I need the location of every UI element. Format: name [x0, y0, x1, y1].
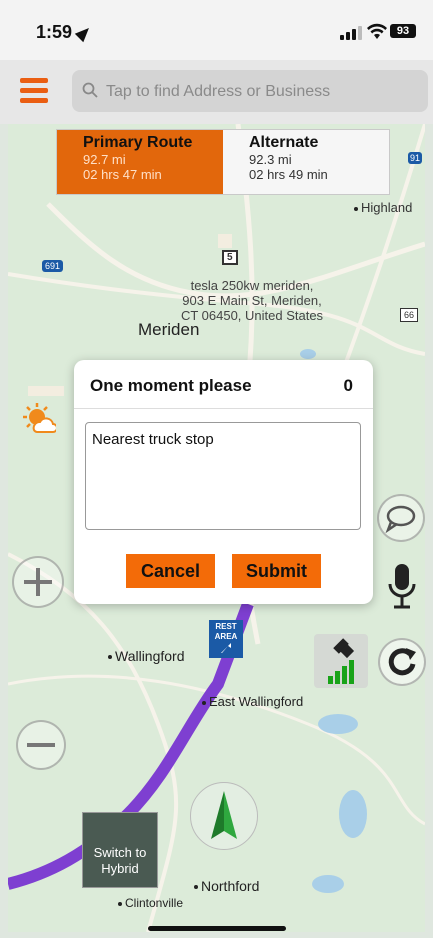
- weather-sun-cloud-icon[interactable]: [22, 402, 56, 436]
- input-dialog: One moment please 0 Nearest truck stop C…: [74, 360, 373, 604]
- wifi-icon: [367, 23, 387, 39]
- home-indicator[interactable]: [148, 926, 286, 931]
- place-clintonville: Clintonville: [118, 896, 183, 910]
- dialog-title: One moment please: [90, 376, 252, 395]
- place-northford: Northford: [194, 878, 259, 894]
- route-duration: 02 hrs 47 min: [83, 167, 162, 182]
- reroute-shape: [388, 648, 416, 676]
- place-meriden: Meriden: [138, 320, 200, 339]
- route-name: Primary Route: [83, 134, 193, 151]
- top-bar: [0, 60, 433, 124]
- shield-i691: 691: [42, 260, 64, 272]
- dialog-header: One moment please 0: [74, 360, 373, 409]
- route-distance: 92.3 mi: [249, 152, 292, 167]
- place-east-wallingford: East Wallingford: [202, 694, 303, 709]
- switch-to-hybrid-button[interactable]: Switch to Hybrid: [82, 812, 158, 888]
- dialog-count: 0: [343, 376, 353, 395]
- submit-button[interactable]: Submit: [232, 554, 321, 588]
- place-wallingford: Wallingford: [108, 648, 185, 664]
- shield-us5: 5: [222, 250, 238, 265]
- status-time: 1:59: [36, 22, 94, 43]
- speech-bubble-shape: [385, 505, 416, 534]
- destination-label: tesla 250kw meriden, 903 E Main St, Meri…: [180, 278, 324, 323]
- app-screen: 1:59 93 Tap to find Address or Business …: [0, 0, 433, 938]
- shield-i91: 91: [408, 152, 423, 164]
- tab-alternate-route[interactable]: Alternate 92.3 mi 02 hrs 49 min: [223, 130, 389, 194]
- route-name: Alternate: [249, 134, 319, 151]
- compass-arrow-shape: [211, 791, 237, 839]
- place-highland: Highland: [354, 200, 412, 215]
- hamburger-icon[interactable]: [20, 76, 50, 104]
- search-input[interactable]: [104, 77, 408, 107]
- cellular-signal-icon: [340, 26, 362, 40]
- cancel-button[interactable]: Cancel: [126, 554, 215, 588]
- tab-primary-route[interactable]: Primary Route 92.7 mi 02 hrs 47 min: [57, 130, 223, 194]
- satellite-signal-icon[interactable]: [314, 634, 368, 688]
- status-bar: 1:59 93: [0, 0, 433, 60]
- dialog-text-area[interactable]: Nearest truck stop: [85, 422, 361, 530]
- route-duration: 02 hrs 49 min: [249, 167, 328, 182]
- route-distance: 92.7 mi: [83, 152, 126, 167]
- reroute-icon[interactable]: [378, 638, 426, 686]
- zoom-in-button[interactable]: [12, 556, 64, 608]
- shield-route66: 66: [400, 308, 419, 322]
- microphone-icon[interactable]: [386, 562, 418, 612]
- route-selector: Primary Route 92.7 mi 02 hrs 47 min Alte…: [57, 130, 389, 194]
- location-arrow-icon: [74, 24, 94, 43]
- rest-area-label: REST AREA: [214, 622, 238, 641]
- zoom-out-button[interactable]: [16, 720, 66, 770]
- rest-area-sign: REST AREA: [209, 620, 243, 658]
- rest-area-arrow-icon: [221, 643, 231, 653]
- magnifier-icon: [82, 82, 98, 98]
- battery-indicator: 93: [390, 24, 416, 38]
- speech-bubble-icon[interactable]: [377, 494, 425, 542]
- compass-arrow-icon[interactable]: [190, 782, 258, 850]
- search-bar[interactable]: [72, 70, 428, 112]
- satellite-shape: [328, 638, 355, 684]
